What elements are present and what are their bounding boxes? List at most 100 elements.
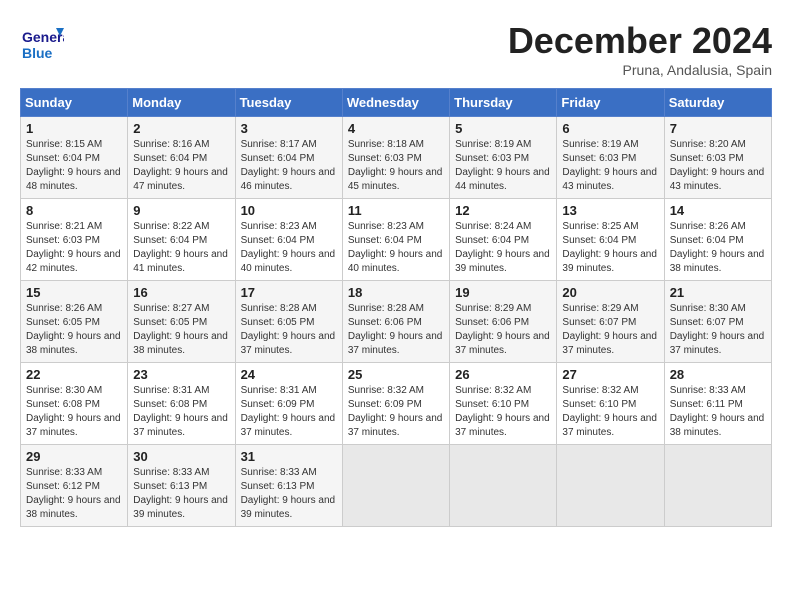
calendar-week-row: 15 Sunrise: 8:26 AM Sunset: 6:05 PM Dayl…	[21, 281, 772, 363]
day-info: Sunrise: 8:18 AM Sunset: 6:03 PM Dayligh…	[348, 138, 444, 194]
day-info: Sunrise: 8:32 AM Sunset: 6:09 PM Dayligh…	[348, 384, 444, 440]
calendar-cell	[664, 445, 771, 527]
day-info: Sunrise: 8:33 AM Sunset: 6:11 PM Dayligh…	[670, 384, 766, 440]
day-number: 29	[26, 449, 122, 464]
day-number: 9	[133, 203, 229, 218]
calendar-cell: 3 Sunrise: 8:17 AM Sunset: 6:04 PM Dayli…	[235, 117, 342, 199]
calendar-cell: 30 Sunrise: 8:33 AM Sunset: 6:13 PM Dayl…	[128, 445, 235, 527]
calendar-cell: 1 Sunrise: 8:15 AM Sunset: 6:04 PM Dayli…	[21, 117, 128, 199]
day-number: 16	[133, 285, 229, 300]
day-of-week-header: Friday	[557, 89, 664, 117]
calendar-cell: 11 Sunrise: 8:23 AM Sunset: 6:04 PM Dayl…	[342, 199, 449, 281]
day-info: Sunrise: 8:22 AM Sunset: 6:04 PM Dayligh…	[133, 220, 229, 276]
day-info: Sunrise: 8:28 AM Sunset: 6:06 PM Dayligh…	[348, 302, 444, 358]
day-info: Sunrise: 8:23 AM Sunset: 6:04 PM Dayligh…	[241, 220, 337, 276]
day-info: Sunrise: 8:30 AM Sunset: 6:08 PM Dayligh…	[26, 384, 122, 440]
day-number: 26	[455, 367, 551, 382]
calendar-cell	[342, 445, 449, 527]
day-number: 20	[562, 285, 658, 300]
day-info: Sunrise: 8:33 AM Sunset: 6:13 PM Dayligh…	[133, 466, 229, 522]
day-number: 4	[348, 121, 444, 136]
day-of-week-header: Saturday	[664, 89, 771, 117]
calendar-cell: 31 Sunrise: 8:33 AM Sunset: 6:13 PM Dayl…	[235, 445, 342, 527]
day-info: Sunrise: 8:29 AM Sunset: 6:06 PM Dayligh…	[455, 302, 551, 358]
day-number: 3	[241, 121, 337, 136]
day-info: Sunrise: 8:27 AM Sunset: 6:05 PM Dayligh…	[133, 302, 229, 358]
calendar-cell: 18 Sunrise: 8:28 AM Sunset: 6:06 PM Dayl…	[342, 281, 449, 363]
calendar-cell: 24 Sunrise: 8:31 AM Sunset: 6:09 PM Dayl…	[235, 363, 342, 445]
day-number: 7	[670, 121, 766, 136]
logo: General Blue	[20, 20, 68, 64]
location: Pruna, Andalusia, Spain	[508, 62, 772, 78]
calendar-cell: 10 Sunrise: 8:23 AM Sunset: 6:04 PM Dayl…	[235, 199, 342, 281]
calendar-cell	[450, 445, 557, 527]
day-info: Sunrise: 8:21 AM Sunset: 6:03 PM Dayligh…	[26, 220, 122, 276]
calendar-cell: 29 Sunrise: 8:33 AM Sunset: 6:12 PM Dayl…	[21, 445, 128, 527]
calendar-table: SundayMondayTuesdayWednesdayThursdayFrid…	[20, 88, 772, 527]
calendar-week-row: 29 Sunrise: 8:33 AM Sunset: 6:12 PM Dayl…	[21, 445, 772, 527]
calendar-cell: 19 Sunrise: 8:29 AM Sunset: 6:06 PM Dayl…	[450, 281, 557, 363]
day-info: Sunrise: 8:15 AM Sunset: 6:04 PM Dayligh…	[26, 138, 122, 194]
calendar-cell: 8 Sunrise: 8:21 AM Sunset: 6:03 PM Dayli…	[21, 199, 128, 281]
svg-text:Blue: Blue	[22, 45, 53, 61]
day-number: 8	[26, 203, 122, 218]
calendar-cell: 9 Sunrise: 8:22 AM Sunset: 6:04 PM Dayli…	[128, 199, 235, 281]
day-info: Sunrise: 8:29 AM Sunset: 6:07 PM Dayligh…	[562, 302, 658, 358]
day-info: Sunrise: 8:25 AM Sunset: 6:04 PM Dayligh…	[562, 220, 658, 276]
day-info: Sunrise: 8:31 AM Sunset: 6:09 PM Dayligh…	[241, 384, 337, 440]
calendar-week-row: 1 Sunrise: 8:15 AM Sunset: 6:04 PM Dayli…	[21, 117, 772, 199]
day-number: 24	[241, 367, 337, 382]
calendar-cell: 2 Sunrise: 8:16 AM Sunset: 6:04 PM Dayli…	[128, 117, 235, 199]
page-header: General Blue December 2024 Pruna, Andalu…	[20, 20, 772, 78]
day-number: 15	[26, 285, 122, 300]
calendar-cell: 25 Sunrise: 8:32 AM Sunset: 6:09 PM Dayl…	[342, 363, 449, 445]
day-number: 19	[455, 285, 551, 300]
calendar-cell: 6 Sunrise: 8:19 AM Sunset: 6:03 PM Dayli…	[557, 117, 664, 199]
day-info: Sunrise: 8:19 AM Sunset: 6:03 PM Dayligh…	[455, 138, 551, 194]
day-info: Sunrise: 8:30 AM Sunset: 6:07 PM Dayligh…	[670, 302, 766, 358]
day-number: 12	[455, 203, 551, 218]
day-number: 23	[133, 367, 229, 382]
calendar-cell: 27 Sunrise: 8:32 AM Sunset: 6:10 PM Dayl…	[557, 363, 664, 445]
day-number: 1	[26, 121, 122, 136]
day-info: Sunrise: 8:20 AM Sunset: 6:03 PM Dayligh…	[670, 138, 766, 194]
day-info: Sunrise: 8:33 AM Sunset: 6:13 PM Dayligh…	[241, 466, 337, 522]
day-number: 10	[241, 203, 337, 218]
calendar-cell: 5 Sunrise: 8:19 AM Sunset: 6:03 PM Dayli…	[450, 117, 557, 199]
day-number: 18	[348, 285, 444, 300]
calendar-cell: 26 Sunrise: 8:32 AM Sunset: 6:10 PM Dayl…	[450, 363, 557, 445]
title-block: December 2024 Pruna, Andalusia, Spain	[508, 20, 772, 78]
day-info: Sunrise: 8:17 AM Sunset: 6:04 PM Dayligh…	[241, 138, 337, 194]
day-number: 17	[241, 285, 337, 300]
day-number: 22	[26, 367, 122, 382]
day-of-week-header: Sunday	[21, 89, 128, 117]
day-number: 25	[348, 367, 444, 382]
calendar-cell	[557, 445, 664, 527]
day-info: Sunrise: 8:28 AM Sunset: 6:05 PM Dayligh…	[241, 302, 337, 358]
calendar-cell: 15 Sunrise: 8:26 AM Sunset: 6:05 PM Dayl…	[21, 281, 128, 363]
calendar-week-row: 8 Sunrise: 8:21 AM Sunset: 6:03 PM Dayli…	[21, 199, 772, 281]
month-title: December 2024	[508, 20, 772, 62]
day-number: 5	[455, 121, 551, 136]
calendar-cell: 22 Sunrise: 8:30 AM Sunset: 6:08 PM Dayl…	[21, 363, 128, 445]
day-number: 11	[348, 203, 444, 218]
day-info: Sunrise: 8:33 AM Sunset: 6:12 PM Dayligh…	[26, 466, 122, 522]
calendar-cell: 12 Sunrise: 8:24 AM Sunset: 6:04 PM Dayl…	[450, 199, 557, 281]
day-number: 2	[133, 121, 229, 136]
calendar-cell: 13 Sunrise: 8:25 AM Sunset: 6:04 PM Dayl…	[557, 199, 664, 281]
calendar-cell: 14 Sunrise: 8:26 AM Sunset: 6:04 PM Dayl…	[664, 199, 771, 281]
calendar-cell: 20 Sunrise: 8:29 AM Sunset: 6:07 PM Dayl…	[557, 281, 664, 363]
calendar-cell: 16 Sunrise: 8:27 AM Sunset: 6:05 PM Dayl…	[128, 281, 235, 363]
day-of-week-header: Thursday	[450, 89, 557, 117]
day-of-week-header: Wednesday	[342, 89, 449, 117]
day-info: Sunrise: 8:26 AM Sunset: 6:05 PM Dayligh…	[26, 302, 122, 358]
day-number: 31	[241, 449, 337, 464]
day-info: Sunrise: 8:32 AM Sunset: 6:10 PM Dayligh…	[562, 384, 658, 440]
day-info: Sunrise: 8:24 AM Sunset: 6:04 PM Dayligh…	[455, 220, 551, 276]
day-of-week-header: Tuesday	[235, 89, 342, 117]
day-of-week-header: Monday	[128, 89, 235, 117]
calendar-cell: 23 Sunrise: 8:31 AM Sunset: 6:08 PM Dayl…	[128, 363, 235, 445]
day-number: 13	[562, 203, 658, 218]
day-info: Sunrise: 8:19 AM Sunset: 6:03 PM Dayligh…	[562, 138, 658, 194]
day-number: 27	[562, 367, 658, 382]
